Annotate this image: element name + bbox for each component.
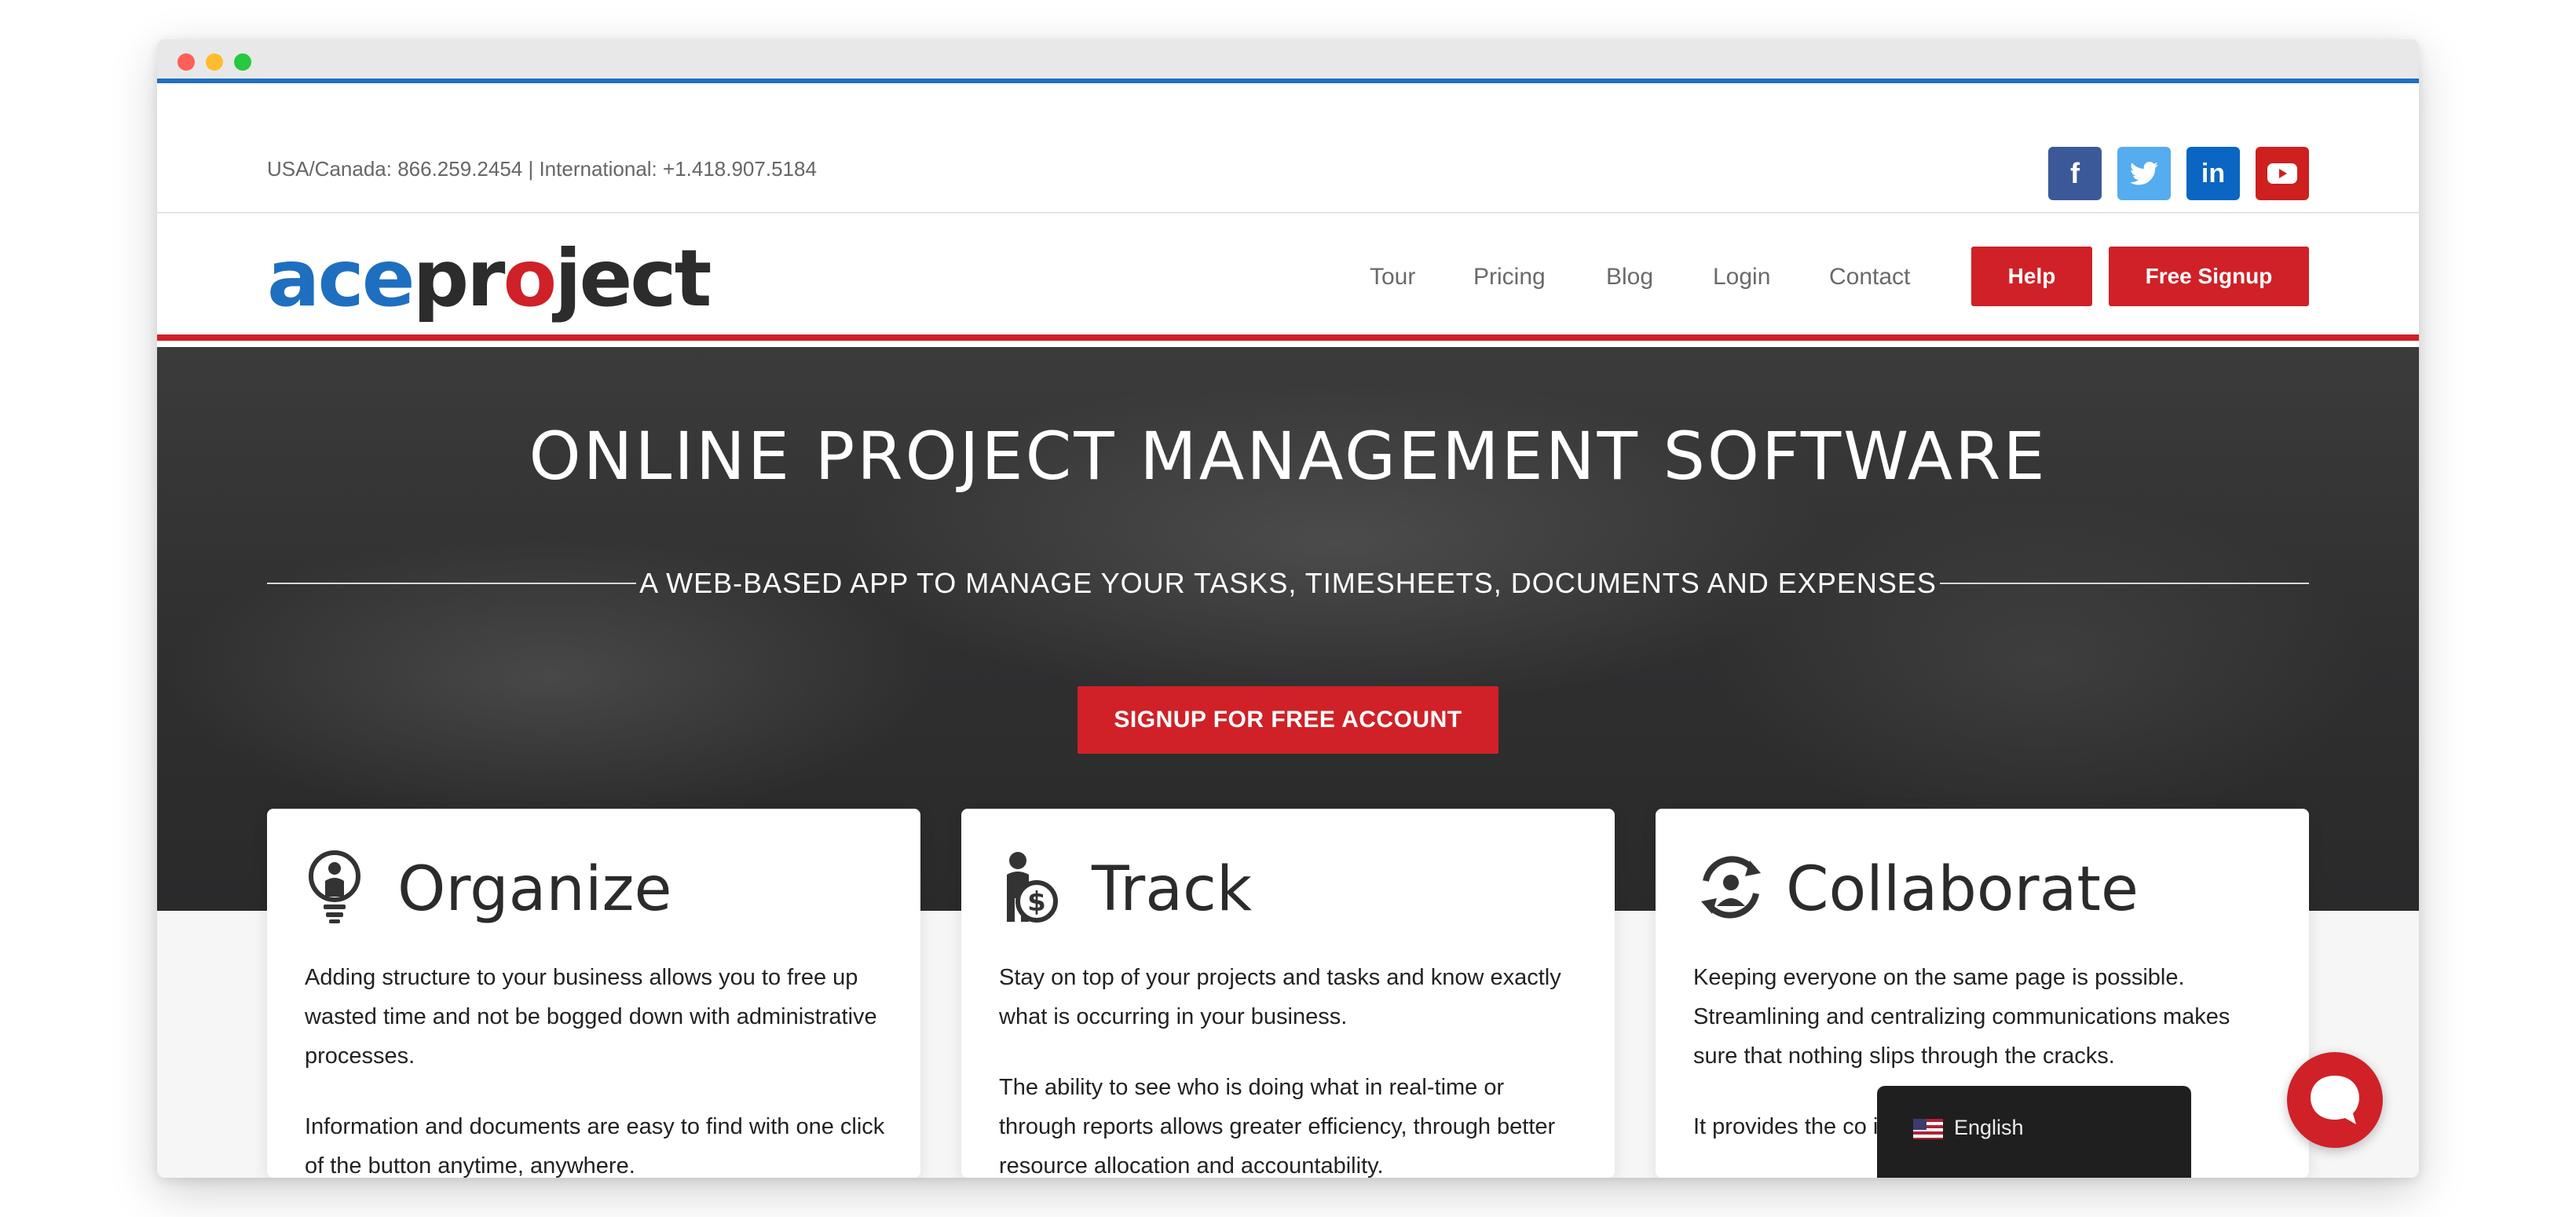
- help-button[interactable]: Help: [1971, 247, 2092, 306]
- subtitle-divider-right: [1940, 583, 2309, 584]
- youtube-icon[interactable]: [2256, 147, 2309, 200]
- feature-paragraph: The ability to see who is doing what in …: [999, 1075, 1556, 1178]
- logo-ace-text: ace: [267, 232, 415, 324]
- lightbulb-person-icon: [309, 850, 360, 923]
- feature-description: Stay on top of your projects and tasks a…: [999, 958, 1580, 1178]
- linkedin-icon[interactable]: in: [2186, 147, 2240, 200]
- main-navigation: ace pr o ject Tour Pricing Blog Login Co…: [157, 215, 2419, 341]
- top-contact-bar: USA/Canada: 866.259.2454 | International…: [157, 88, 2419, 214]
- window-titlebar: [157, 39, 2419, 83]
- aceproject-logo[interactable]: ace pr o ject: [267, 232, 712, 324]
- hero-subtitle: A WEB-BASED APP TO MANAGE YOUR TASKS, TI…: [639, 567, 1937, 599]
- feature-title: Collaborate: [1786, 854, 2139, 925]
- feature-paragraph: Keeping everyone on the same page is pos…: [1693, 965, 2230, 1069]
- nav-login[interactable]: Login: [1713, 264, 1770, 291]
- twitter-icon[interactable]: [2117, 147, 2171, 200]
- feature-card-track: $ Track Stay on top of your projects and…: [961, 809, 1615, 1178]
- feature-title: Organize: [397, 854, 672, 925]
- nav-pricing[interactable]: Pricing: [1473, 264, 1546, 291]
- person-dollar-icon: $: [1007, 852, 1058, 923]
- people-cycle-icon: [1701, 856, 1761, 919]
- nav-tour[interactable]: Tour: [1370, 264, 1415, 291]
- language-label: English: [1954, 1116, 2024, 1139]
- phone-numbers: USA/Canada: 866.259.2454 | International…: [267, 157, 817, 181]
- language-switcher[interactable]: English: [1877, 1086, 2191, 1178]
- logo-pr-text: pr: [412, 232, 506, 324]
- feature-paragraph: Information and documents are easy to fi…: [305, 1114, 885, 1178]
- logo-ring-o: o: [503, 232, 558, 324]
- facebook-icon[interactable]: f: [2048, 147, 2102, 200]
- browser-window: USA/Canada: 866.259.2454 | International…: [157, 39, 2419, 1178]
- feature-paragraph: Adding structure to your business allows…: [305, 965, 877, 1069]
- subtitle-divider-left: [267, 583, 636, 584]
- us-flag-icon: [1913, 1119, 1943, 1139]
- close-window-button[interactable]: [177, 53, 195, 71]
- feature-description: Adding structure to your business allows…: [305, 958, 886, 1178]
- nav-contact[interactable]: Contact: [1829, 264, 1910, 291]
- feature-paragraph: Stay on top of your projects and tasks a…: [999, 965, 1561, 1029]
- feature-card-organize: Organize Adding structure to your busine…: [267, 809, 920, 1178]
- hero-title: ONLINE PROJECT MANAGEMENT SOFTWARE: [529, 418, 2047, 495]
- nav-blog[interactable]: Blog: [1606, 264, 1653, 291]
- feature-title: Track: [1092, 854, 1253, 925]
- chat-bubble-icon: [2311, 1076, 2359, 1124]
- minimize-window-button[interactable]: [206, 53, 223, 71]
- logo-ject-text: ject: [554, 232, 712, 324]
- free-signup-button[interactable]: Free Signup: [2109, 247, 2309, 306]
- signup-free-account-button[interactable]: SIGNUP FOR FREE ACCOUNT: [1078, 686, 1498, 754]
- maximize-window-button[interactable]: [234, 53, 251, 71]
- chat-widget-button[interactable]: [2287, 1052, 2383, 1148]
- svg-text:$: $: [1027, 886, 1046, 918]
